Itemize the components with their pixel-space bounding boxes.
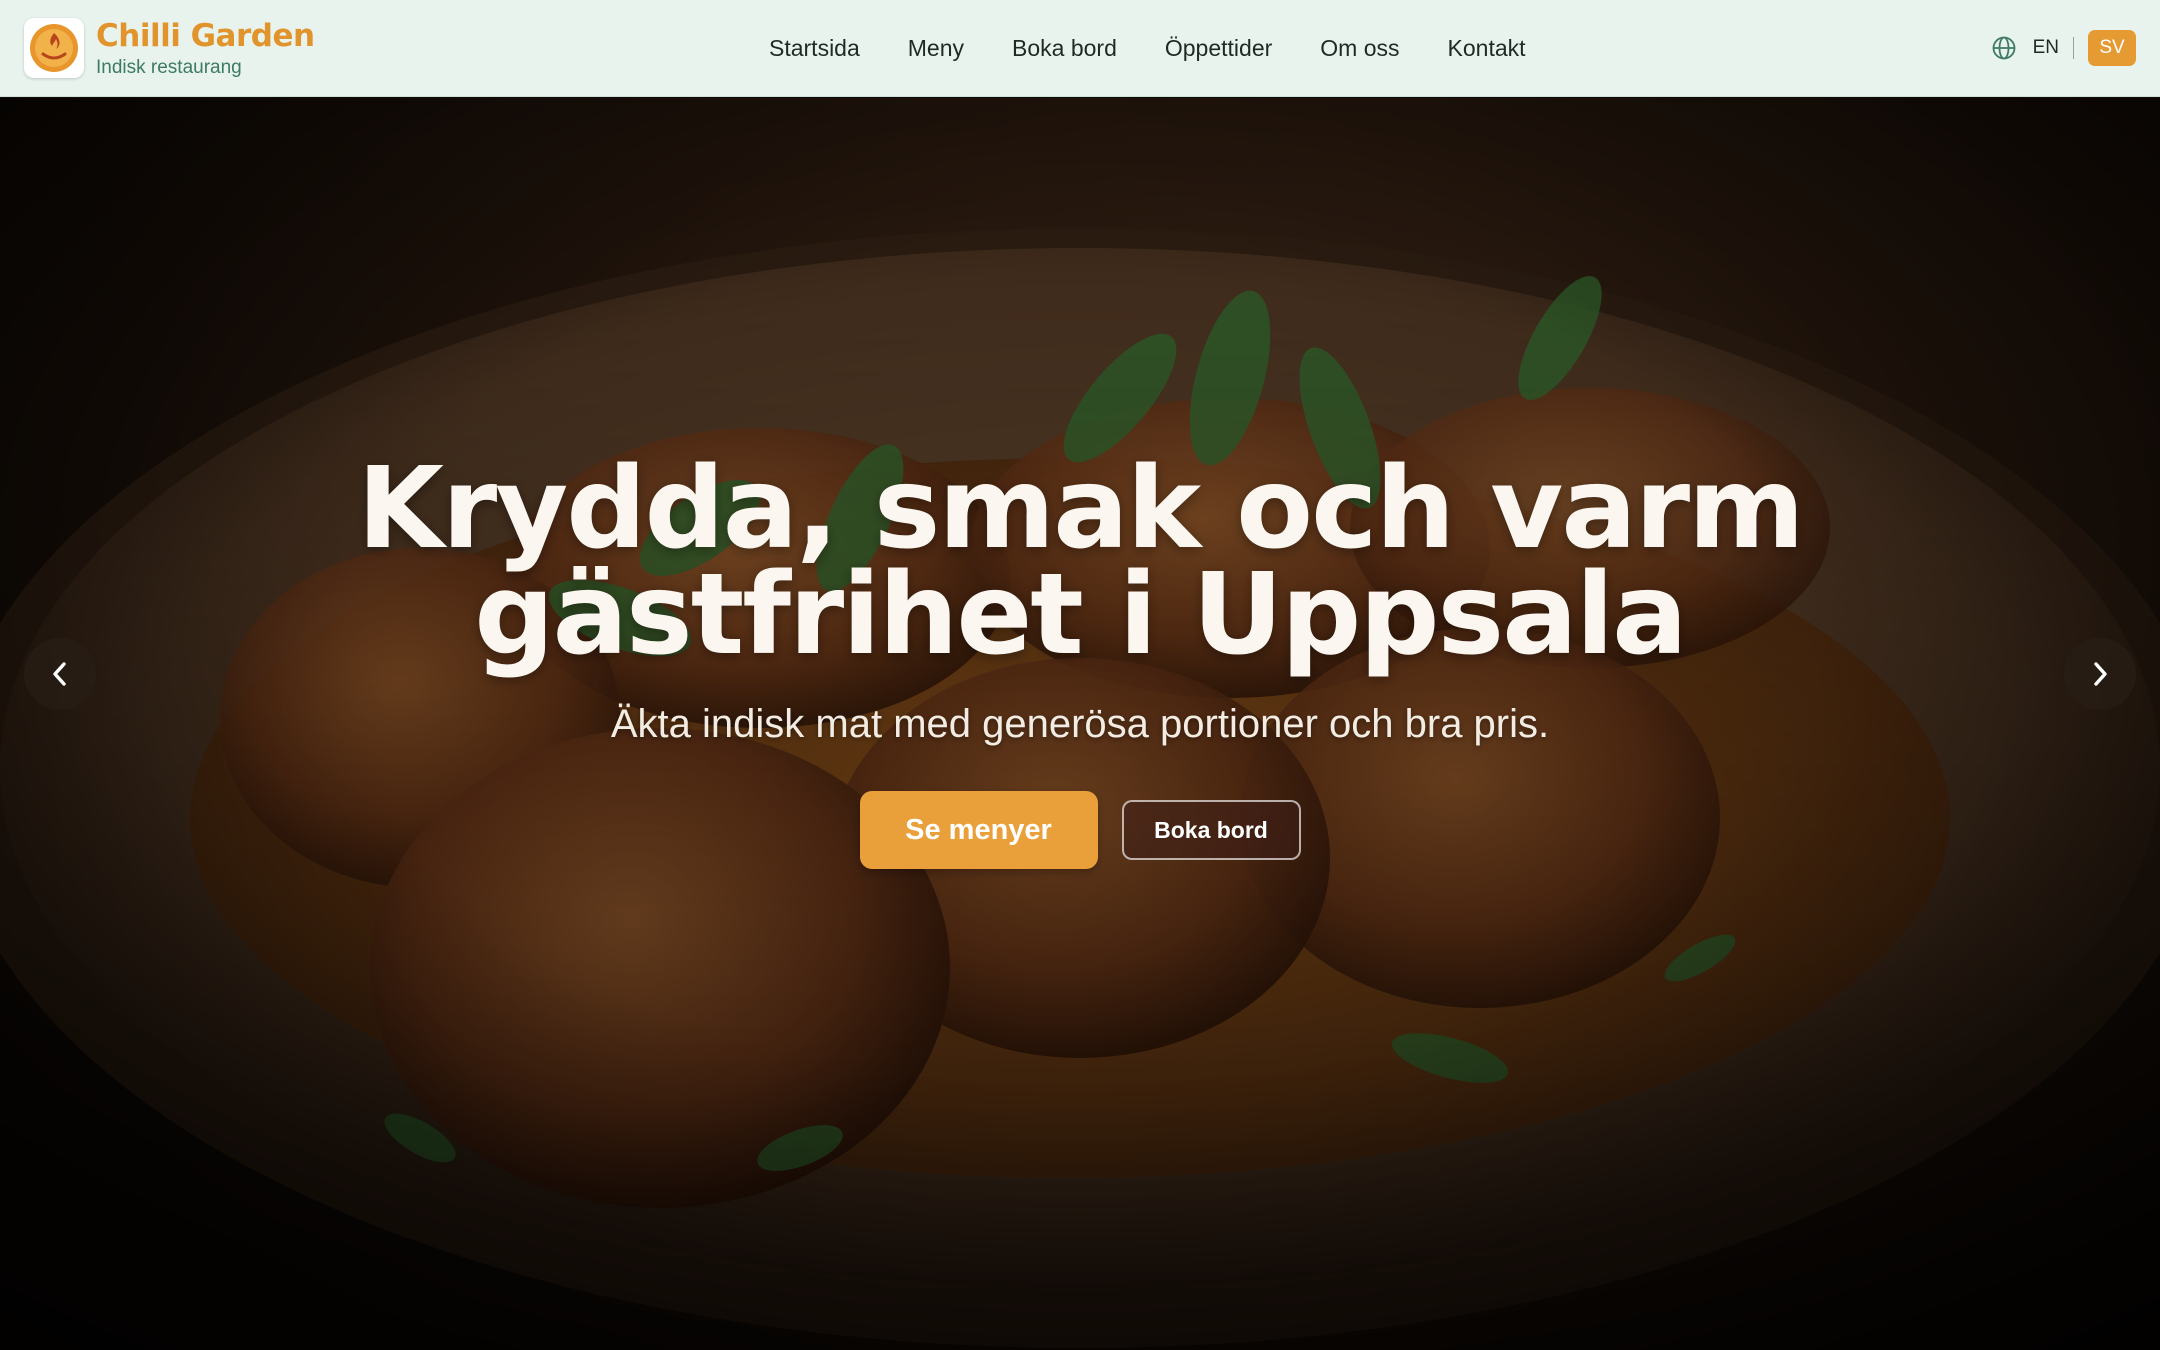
language-switcher: EN SV xyxy=(1991,30,2136,66)
nav-item-meny[interactable]: Meny xyxy=(908,35,964,62)
nav-item-om-oss[interactable]: Om oss xyxy=(1320,35,1399,62)
nav-item-startsida[interactable]: Startsida xyxy=(769,35,860,62)
site-header: Chilli Garden Indisk restaurang Startsid… xyxy=(0,0,2160,97)
hero-title-line-2: gästfrihet i Uppsala xyxy=(474,550,1687,680)
hero-buttons: Se menyer Boka bord xyxy=(0,791,2160,869)
hero-title: Krydda, smak och varm gästfrihet i Uppsa… xyxy=(0,453,2160,671)
see-menus-button[interactable]: Se menyer xyxy=(859,791,1098,869)
brand-name[interactable]: Chilli Garden xyxy=(96,18,315,54)
nav-item-boka-bord[interactable]: Boka bord xyxy=(1012,35,1117,62)
globe-icon xyxy=(1991,35,2017,61)
hero-subtitle: Äkta indisk mat med generösa portioner o… xyxy=(610,702,1550,746)
book-table-button[interactable]: Boka bord xyxy=(1121,800,1301,860)
main-nav: Startsida Meny Boka bord Öppettider Om o… xyxy=(745,0,1550,97)
nav-item-kontakt[interactable]: Kontakt xyxy=(1448,35,1526,62)
brand-tagline: Indisk restaurang xyxy=(96,56,242,78)
brand[interactable]: Chilli Garden Indisk restaurang xyxy=(24,18,315,78)
hero-content: Krydda, smak och varm gästfrihet i Uppsa… xyxy=(0,453,2160,869)
language-sv-button[interactable]: SV xyxy=(2088,30,2136,66)
hero-section: Krydda, smak och varm gästfrihet i Uppsa… xyxy=(0,98,2160,1350)
nav-item-oppettider[interactable]: Öppettider xyxy=(1165,35,1272,62)
restaurant-logo[interactable] xyxy=(24,18,84,78)
language-divider xyxy=(2073,37,2074,59)
language-en-button[interactable]: EN xyxy=(2033,37,2059,59)
